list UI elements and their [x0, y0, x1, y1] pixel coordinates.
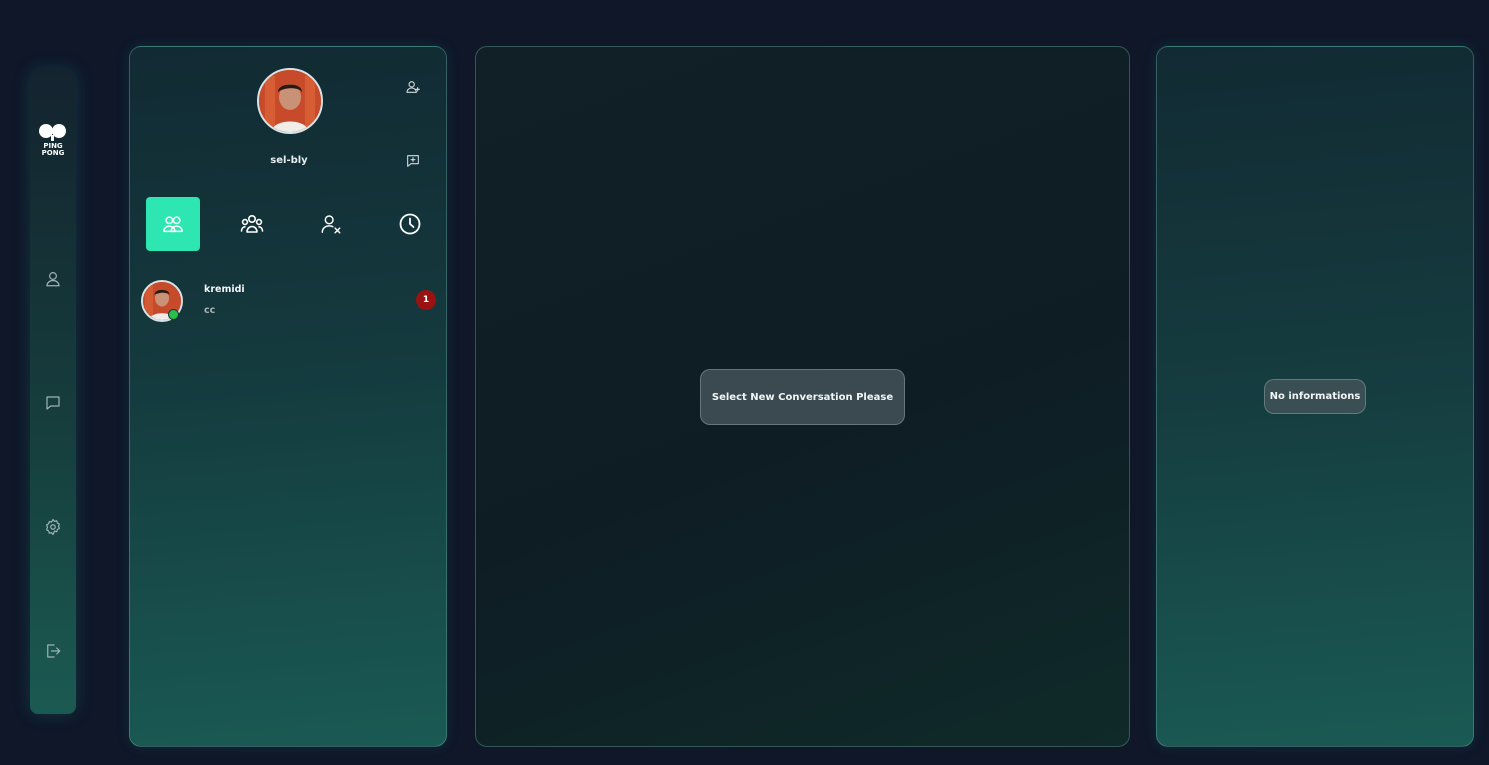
history-icon: [399, 213, 421, 235]
user-icon: [46, 272, 60, 287]
new-conversation-button[interactable]: [403, 151, 423, 171]
empty-info-message: No informations: [1264, 379, 1366, 414]
info-panel: No informations: [1156, 46, 1474, 747]
user-plus-icon: [406, 81, 420, 93]
friends-icon: [163, 216, 183, 233]
chat-icon: [46, 396, 60, 410]
chat-plus-icon: [407, 155, 419, 167]
logout-icon: [47, 644, 61, 658]
tab-friends[interactable]: [146, 197, 200, 251]
profile-username: sel-bly: [270, 155, 308, 166]
profile-avatar[interactable]: [257, 68, 323, 134]
unread-badge: 1: [416, 290, 436, 310]
blocked-user-icon: [321, 215, 341, 234]
online-status-indicator: [168, 309, 179, 320]
settings-icon: [46, 518, 60, 536]
conversation-last-message: cc: [204, 305, 216, 316]
chat-list-panel: sel-bly kremidi cc 1: [129, 46, 447, 747]
sidebar: PING PONG: [30, 69, 76, 714]
groups-icon: [240, 214, 264, 233]
conversation-panel: Select New Conversation Please: [475, 46, 1130, 747]
empty-conversation-message: Select New Conversation Please: [700, 369, 905, 425]
ping-pong-logo[interactable]: PING PONG: [37, 123, 69, 157]
sidebar-item-chat[interactable]: [43, 393, 63, 413]
tab-blocked[interactable]: [304, 197, 358, 251]
sidebar-item-settings[interactable]: [43, 517, 63, 537]
conversation-name: kremidi: [204, 284, 245, 295]
conversation-item[interactable]: kremidi cc 1: [138, 277, 438, 325]
tab-history[interactable]: [383, 197, 437, 251]
sidebar-item-profile[interactable]: [43, 269, 63, 289]
sidebar-item-logout[interactable]: [43, 641, 63, 661]
logo-text-bottom: PONG: [42, 149, 65, 157]
add-friend-button[interactable]: [403, 77, 423, 97]
tab-groups[interactable]: [225, 197, 279, 251]
